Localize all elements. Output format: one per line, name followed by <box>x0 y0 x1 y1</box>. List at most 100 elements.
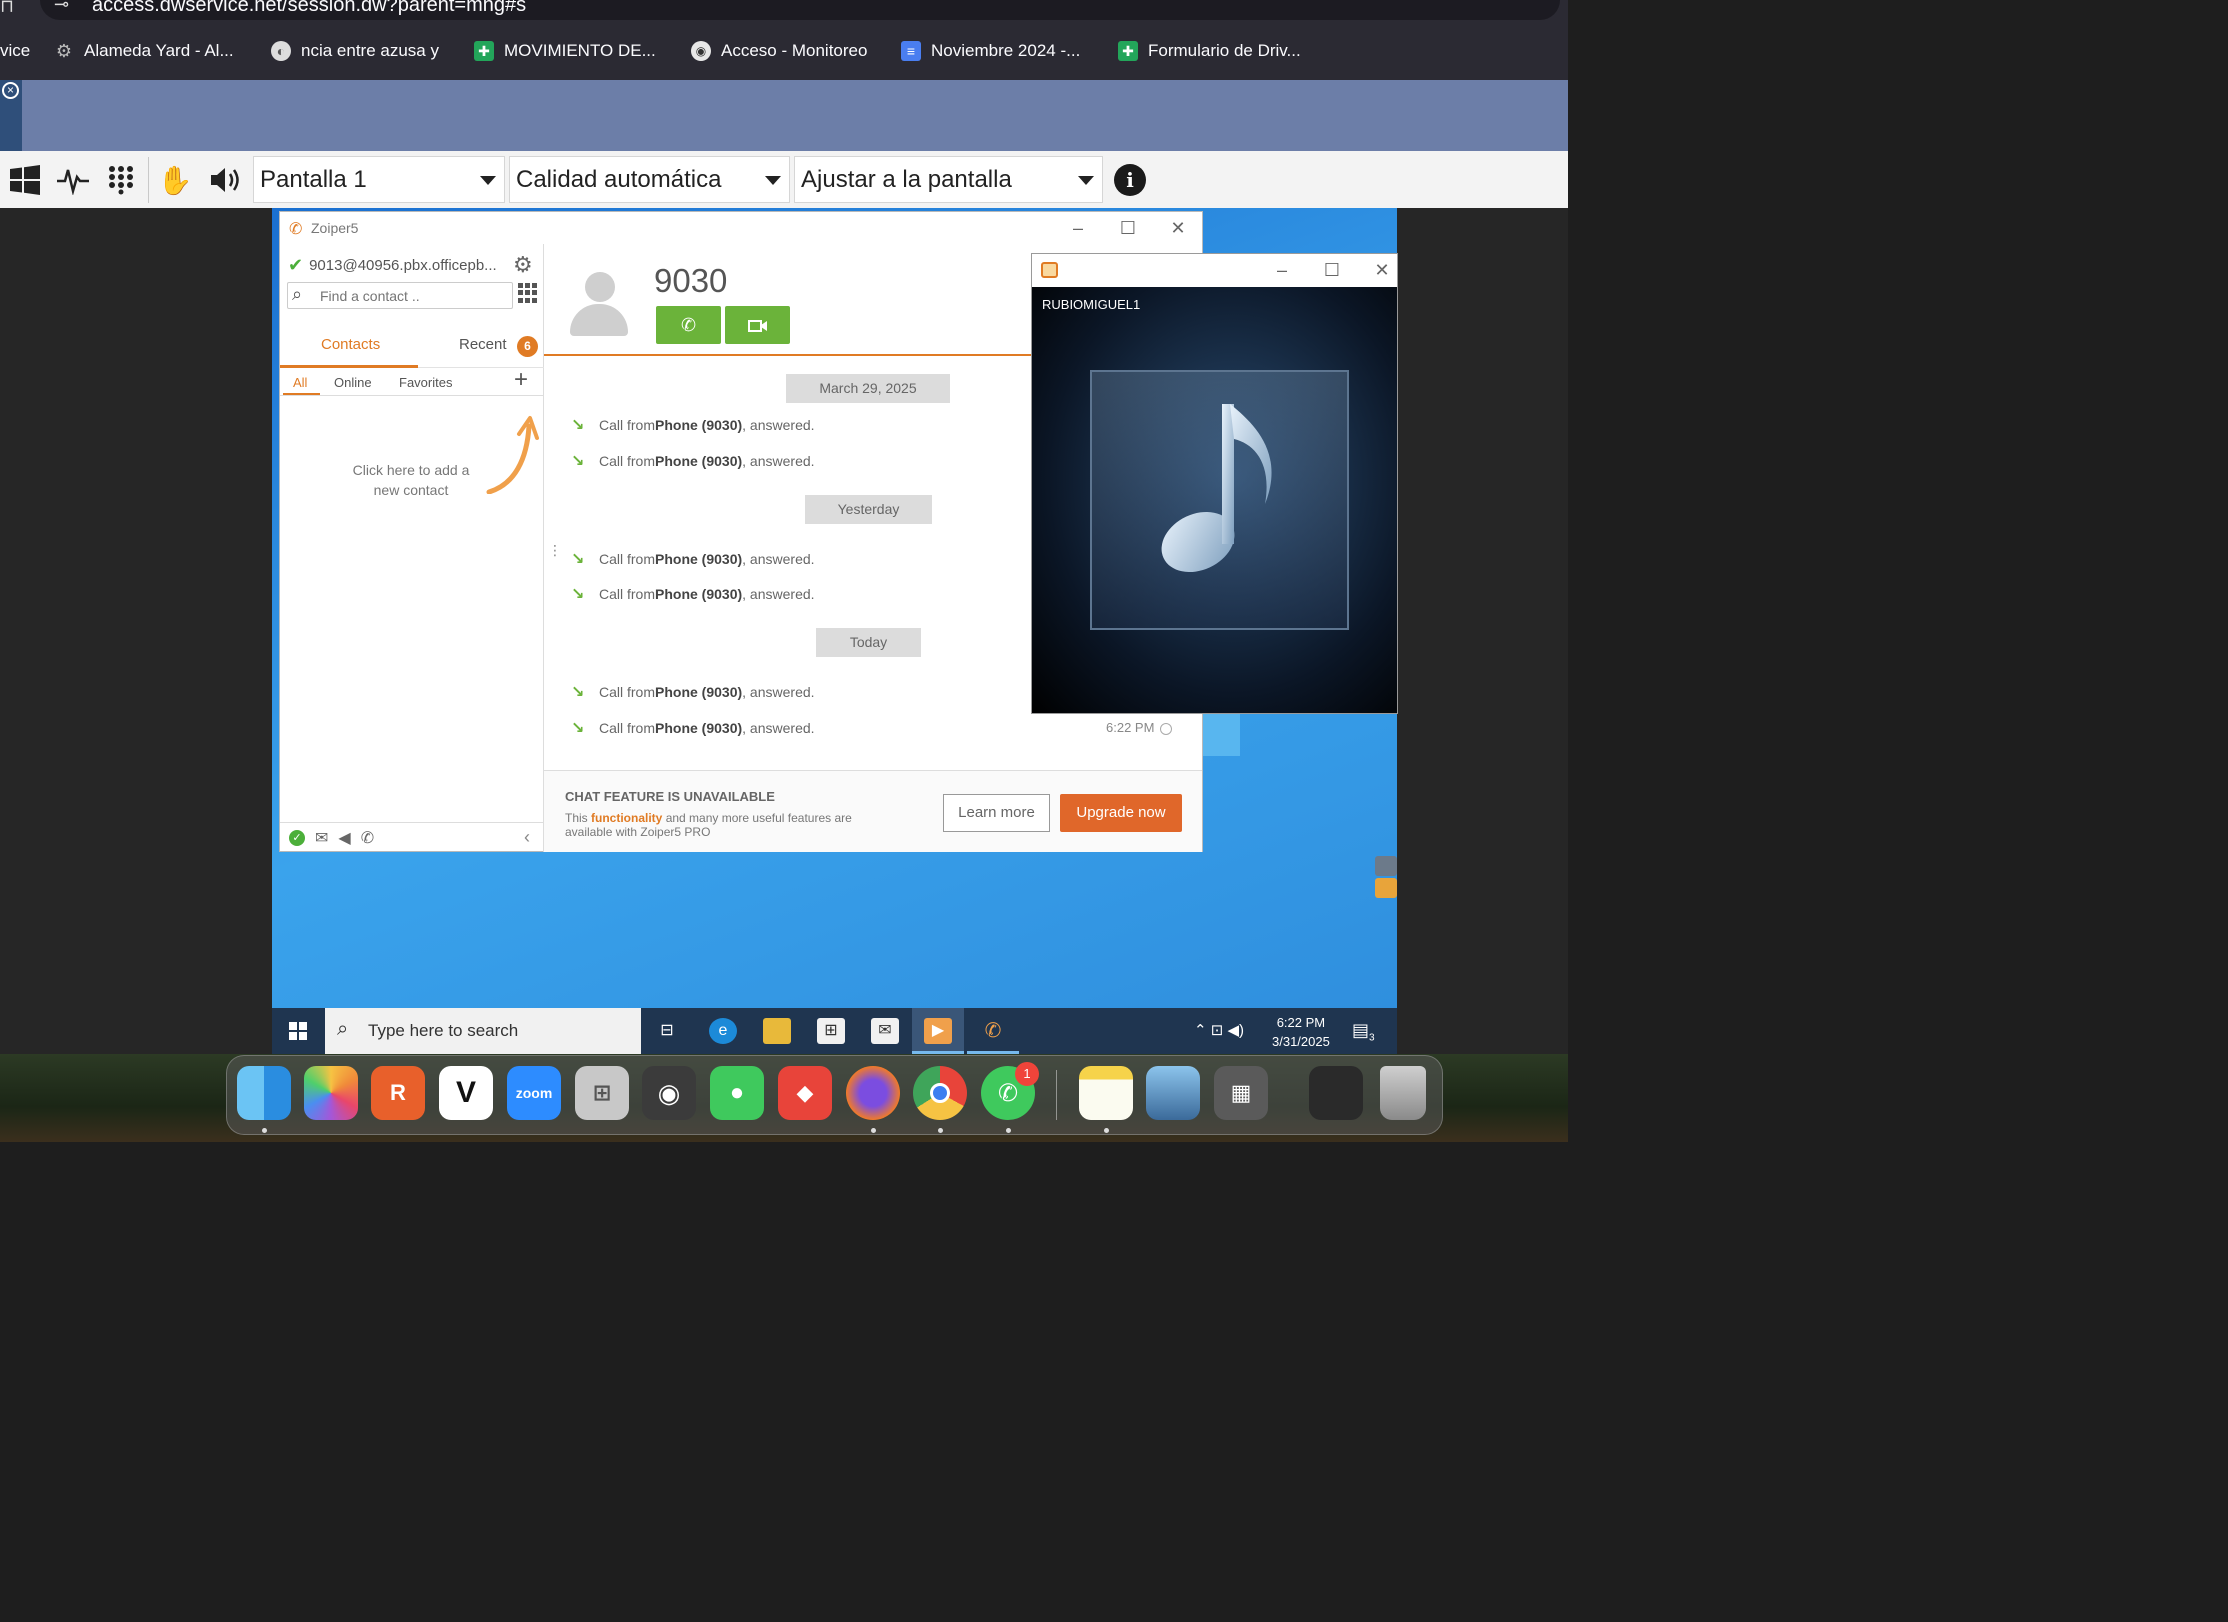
finder-icon[interactable] <box>237 1066 291 1120</box>
minimize-icon[interactable]: – <box>1267 258 1297 282</box>
gear-icon[interactable]: ⚙ <box>513 252 533 278</box>
photos-icon[interactable] <box>304 1066 358 1120</box>
add-contact-hint[interactable]: Click here to add a new contact <box>340 460 482 500</box>
call-forward-icon[interactable]: ✆ <box>361 828 374 848</box>
incoming-call-icon: ↘ <box>571 586 585 603</box>
keypad-icon[interactable] <box>102 161 140 199</box>
search-placeholder: Type here to search <box>368 1021 519 1040</box>
upgrade-now-button[interactable]: Upgrade now <box>1060 794 1182 832</box>
filter-favorites[interactable]: Favorites <box>399 375 452 390</box>
video-call-button[interactable] <box>725 306 790 344</box>
close-session-icon[interactable]: × <box>2 82 19 99</box>
remote-settings-icon[interactable] <box>1375 856 1397 876</box>
mail-icon[interactable]: ✉ <box>871 1018 899 1044</box>
tab-contacts[interactable]: Contacts <box>321 336 380 353</box>
zoom-icon[interactable]: zoom <box>507 1066 561 1120</box>
edge-browser-icon[interactable]: e <box>709 1018 737 1044</box>
screen-select[interactable]: Pantalla 1 <box>253 156 505 203</box>
minimize-icon[interactable]: – <box>1063 216 1093 240</box>
active-filter-indicator <box>283 393 320 395</box>
contact-filter-tabs: All Online Favorites + <box>280 366 544 396</box>
bookmark-item[interactable]: ◐ ncia entre azusa y <box>271 39 439 63</box>
album-art <box>1090 370 1349 630</box>
windows-key-icon[interactable] <box>6 161 44 199</box>
toolbar-divider <box>148 157 149 203</box>
file-explorer-icon[interactable] <box>763 1018 791 1044</box>
store-icon[interactable]: ⊞ <box>817 1018 845 1044</box>
browser-url-bar: ⊓ ⊸ access.dwservice.net/session.dw?pare… <box>0 0 1568 22</box>
launchpad-icon[interactable]: ⊞ <box>575 1066 629 1120</box>
zoiper-title-bar[interactable]: ✆ Zoiper5 – ☐ ✕ <box>280 212 1202 244</box>
remote-monitor-icon[interactable] <box>1375 878 1397 898</box>
call-log-entry[interactable]: ↘ Call from Phone (9030), answered. <box>571 451 815 471</box>
zoiper-taskbar-icon[interactable]: ✆ <box>979 1018 1007 1044</box>
call-log-entry[interactable]: ↘ Call from Phone (9030), answered. <box>571 682 815 702</box>
filter-online[interactable]: Online <box>334 375 372 390</box>
calculator-icon[interactable]: ▦ <box>1214 1066 1268 1120</box>
filter-all[interactable]: All <box>293 375 307 390</box>
audio-call-button[interactable]: ✆ <box>656 306 721 344</box>
trash-icon[interactable] <box>1380 1066 1426 1120</box>
start-icon[interactable] <box>289 1022 307 1040</box>
functionality-link[interactable]: functionality <box>591 811 662 825</box>
bookmark-item[interactable]: vice <box>0 39 30 63</box>
anydesk-icon[interactable]: ◆ <box>778 1066 832 1120</box>
status-ok-icon[interactable]: ✓ <box>289 829 305 846</box>
vectorworks-icon[interactable]: V <box>439 1066 493 1120</box>
volume-icon[interactable]: ◀ <box>338 828 350 848</box>
notification-center-icon[interactable]: ▤3 <box>1352 1020 1375 1044</box>
call-log-entry[interactable]: ↘ Call from Phone (9030), answered. <box>571 549 815 569</box>
bookmark-item[interactable]: ≡ Noviembre 2024 -... <box>901 39 1080 63</box>
tab-recent[interactable]: Recent <box>459 336 507 353</box>
messages-icon[interactable]: ● <box>710 1066 764 1120</box>
url-text[interactable]: access.dwservice.net/session.dw?parent=m… <box>92 0 526 17</box>
window-title: Zoiper5 <box>311 220 359 236</box>
windows-taskbar: ⌕ Type here to search ⊟ e ⊞ ✉ ▶ ✆ ⌃ ⊡ ◀)… <box>272 1008 1397 1054</box>
media-player-icon <box>1041 262 1058 278</box>
music-player-icon[interactable]: ◉ <box>642 1066 696 1120</box>
notes-icon[interactable] <box>1079 1066 1133 1120</box>
add-contact-icon[interactable]: + <box>514 366 528 394</box>
call-log-entry[interactable]: ↘ Call from Phone (9030), answered. <box>571 584 815 604</box>
contact-search[interactable]: ⌕ <box>287 282 513 309</box>
close-icon[interactable]: ✕ <box>1163 216 1193 240</box>
search-input[interactable] <box>320 286 505 306</box>
maximize-icon[interactable]: ☐ <box>1113 216 1143 240</box>
hand-icon[interactable]: ✋ <box>156 161 194 199</box>
ringcentral-icon[interactable]: R <box>371 1066 425 1120</box>
taskbar-search[interactable]: ⌕ Type here to search <box>325 1008 641 1054</box>
chevron-down-icon <box>765 176 781 185</box>
bookmark-item[interactable]: ⚙ Alameda Yard - Al... <box>54 39 234 63</box>
chrome-icon[interactable] <box>913 1066 967 1120</box>
info-icon[interactable]: i <box>1114 164 1146 196</box>
player-visual[interactable]: RUBIOMIGUEL1 <box>1032 287 1397 713</box>
chevron-down-icon <box>480 176 496 185</box>
site-settings-icon[interactable]: ⊸ <box>54 0 69 15</box>
preview-icon[interactable] <box>1146 1066 1200 1120</box>
close-icon[interactable]: ✕ <box>1367 258 1397 282</box>
call-log-entry[interactable]: ↘ Call from Phone (9030), answered. <box>571 718 815 738</box>
minimized-window-icon[interactable] <box>1309 1066 1363 1120</box>
player-title-bar[interactable]: – ☐ ✕ <box>1032 254 1397 287</box>
fit-select[interactable]: Ajustar a la pantalla <box>794 156 1103 203</box>
bookmark-item[interactable]: ✚ MOVIMIENTO DE... <box>474 39 656 63</box>
firefox-icon[interactable] <box>846 1066 900 1120</box>
quality-select[interactable]: Calidad automática <box>509 156 790 203</box>
activity-icon[interactable] <box>54 161 92 199</box>
speaker-icon[interactable] <box>207 161 245 199</box>
bookmark-item[interactable]: ◉ Acceso - Monitoreo <box>691 39 867 63</box>
call-log-entry[interactable]: ↘ Call from Phone (9030), answered. <box>571 415 815 435</box>
message-icon[interactable]: ✉ <box>315 828 328 848</box>
zoiper-logo-icon: ✆ <box>289 221 303 238</box>
chevron-up-icon: ⌃ <box>1194 1022 1207 1039</box>
system-tray[interactable]: ⌃ ⊡ ◀) <box>1194 1021 1244 1039</box>
maximize-icon[interactable]: ☐ <box>1317 258 1347 282</box>
collapse-panel-icon[interactable]: ‹ <box>524 827 530 848</box>
bookmark-item[interactable]: ✚ Formulario de Driv... <box>1118 39 1301 63</box>
dialpad-icon[interactable] <box>518 283 538 303</box>
taskbar-clock[interactable]: 6:22 PM 3/31/2025 <box>1272 1013 1330 1051</box>
learn-more-button[interactable]: Learn more <box>943 794 1050 832</box>
task-media-player[interactable]: ▶ <box>912 1008 964 1054</box>
task-view-icon[interactable]: ⊟ <box>653 1018 681 1044</box>
account-status[interactable]: ✔ 9013@40956.pbx.officepb... <box>288 255 497 276</box>
